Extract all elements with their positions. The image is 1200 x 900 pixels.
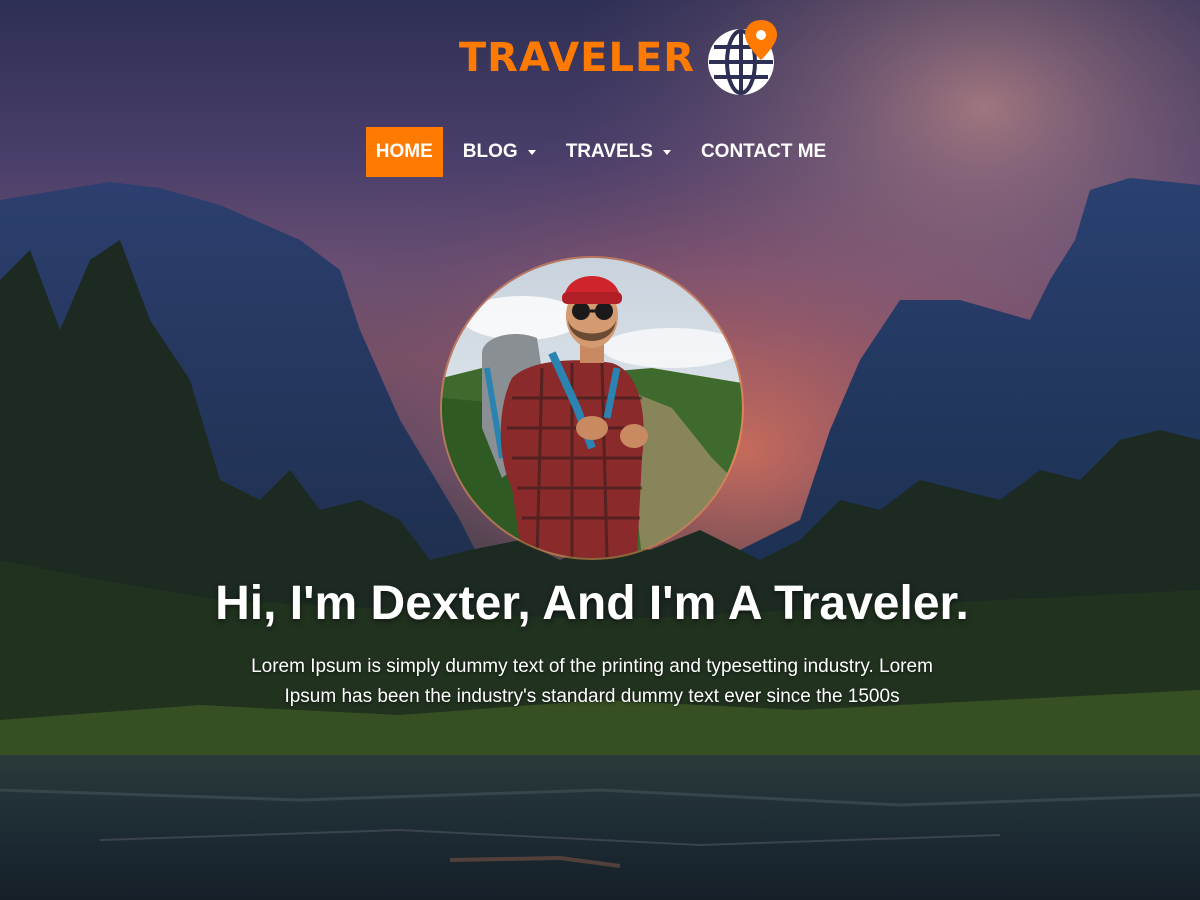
caret-down-icon [527, 149, 536, 155]
nav-item-label: TRAVELS [565, 141, 653, 162]
nav-item-contact-me[interactable]: CONTACT ME [691, 127, 836, 177]
nav-list: HOME BLOG TRAVELS CONTACT ME [365, 127, 846, 177]
globe-location-pin-icon [708, 20, 778, 95]
caret-down-icon [662, 149, 671, 155]
nav-item-home[interactable]: HOME [365, 127, 443, 177]
traveler-portrait-image [442, 258, 742, 558]
nav-item-label: CONTACT ME [700, 141, 827, 162]
nav-item-travels[interactable]: TRAVELS [556, 127, 681, 177]
nav-item-label: BLOG [462, 141, 518, 162]
hero-headline: Hi, I'm Dexter, And I'm A Traveler. [215, 577, 969, 630]
nav-item-label: HOME [375, 141, 433, 162]
hero-section: TRAVELER HOME BLOG TRAVELS CONTACT ME Hi… [0, 0, 1200, 900]
nav-item-blog[interactable]: BLOG [453, 127, 546, 177]
brand-name: TRAVELER [458, 35, 696, 81]
main-navigation: HOME BLOG TRAVELS CONTACT ME [0, 127, 1200, 177]
site-logo[interactable]: TRAVELER [0, 18, 1200, 98]
hero-description: Lorem Ipsum is simply dummy text of the … [251, 656, 933, 707]
profile-avatar [442, 258, 742, 558]
